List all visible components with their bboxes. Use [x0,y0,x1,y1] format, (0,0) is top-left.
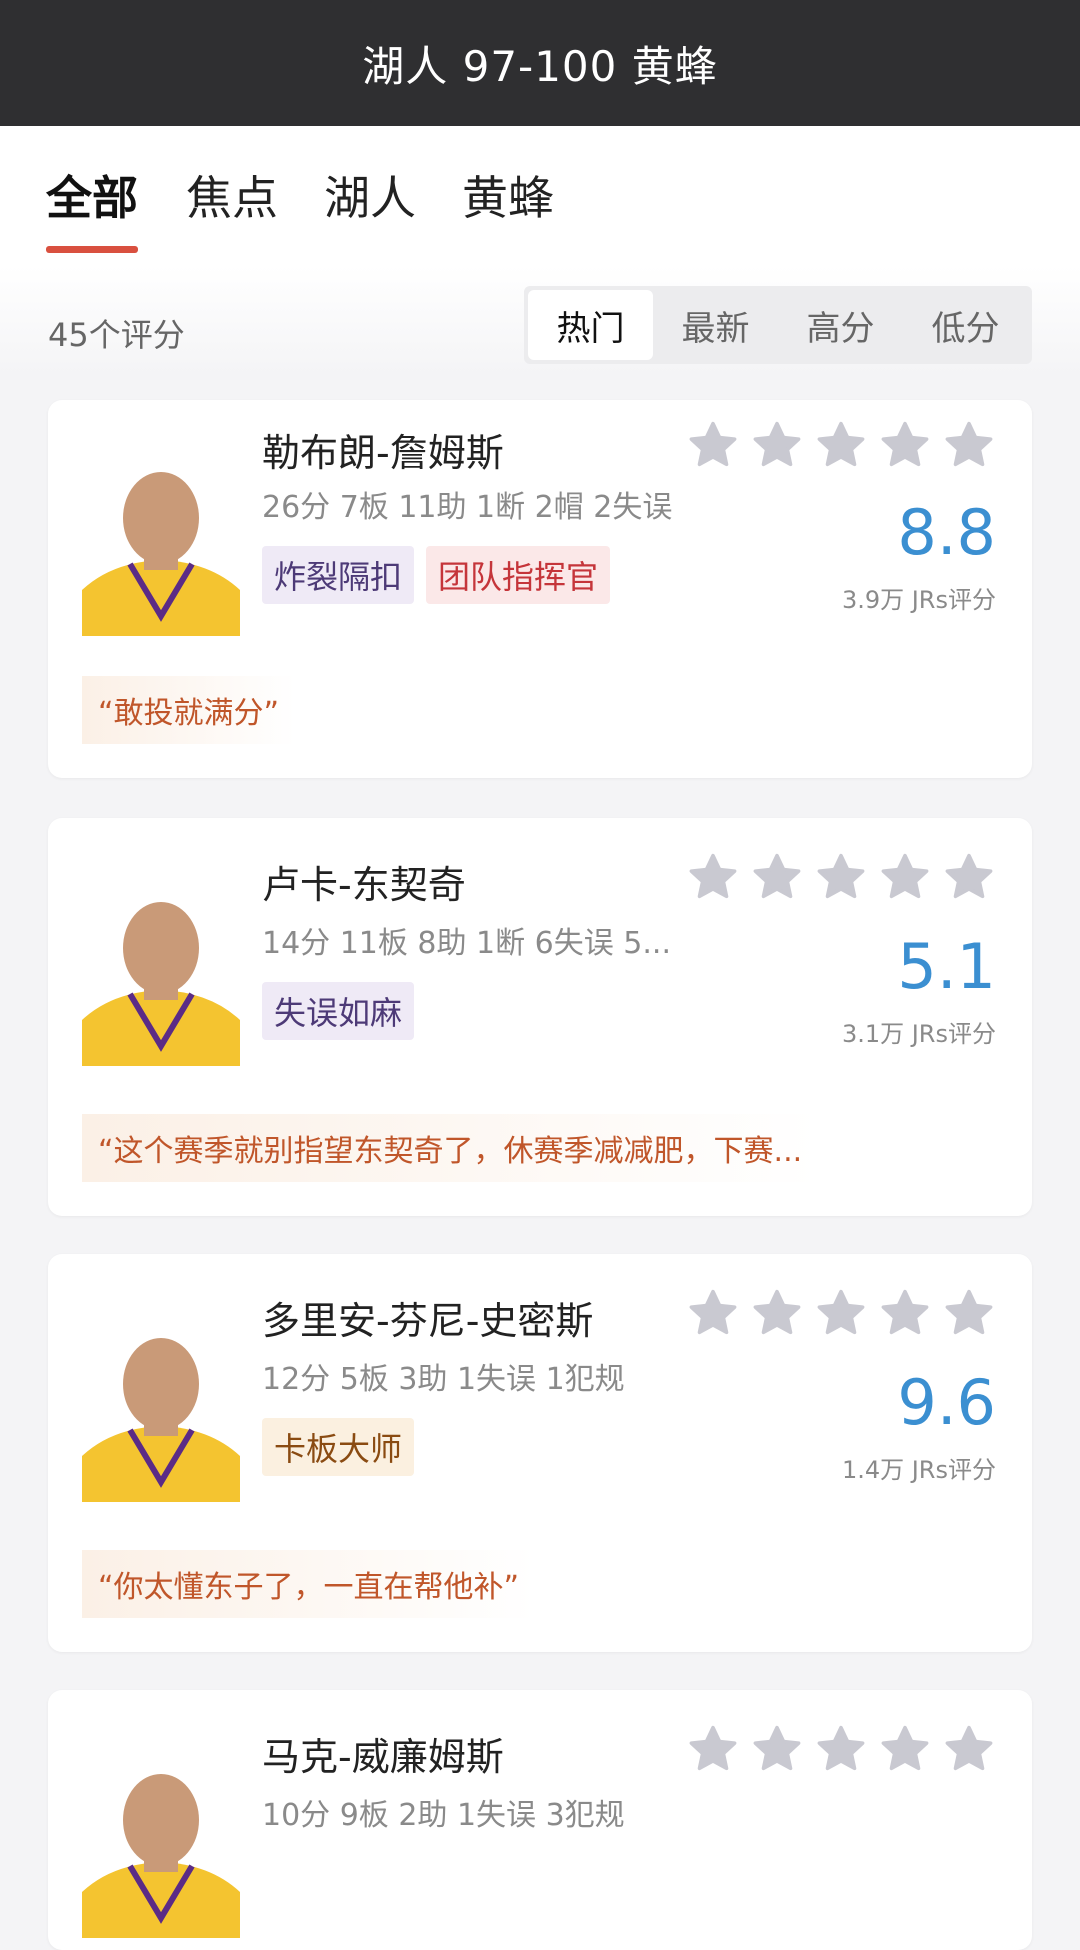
player-name: 勒布朗-詹姆斯 [262,431,504,475]
ratings-toolbar: 45个评分 热门 最新 高分 低分 [0,266,1080,376]
sort-segmented-control: 热门 最新 高分 低分 [524,286,1032,364]
player-tag: 卡板大师 [262,1418,415,1476]
tab-focus[interactable]: 焦点 [186,162,278,228]
star-icon[interactable] [750,418,804,472]
tab-hornets[interactable]: 黄蜂 [462,162,554,228]
player-score: 5.1 [897,930,996,1003]
player-avatar [82,1742,240,1938]
active-tab-indicator [46,246,138,253]
top-comment[interactable]: “这个赛季就别指望东契奇了，休赛季减减肥，下赛... [82,1114,819,1182]
rating-stars[interactable] [686,850,996,904]
player-avatar [82,440,240,636]
star-icon[interactable] [878,1286,932,1340]
player-stats: 14分 11板 8助 1断 6失误 5... [262,926,671,961]
star-icon[interactable] [878,850,932,904]
player-stats: 10分 9板 2助 1失误 3犯规 [262,1798,625,1833]
sort-hot[interactable]: 热门 [528,290,653,360]
player-name: 马克-威廉姆斯 [262,1735,504,1779]
top-comment[interactable]: “敢投就满分” [82,676,296,744]
player-tag: 团队指挥官 [426,546,611,604]
star-icon[interactable] [942,1722,996,1776]
star-icon[interactable] [814,850,868,904]
star-icon[interactable] [878,1722,932,1776]
rating-stars[interactable] [686,1722,996,1776]
star-icon[interactable] [814,1286,868,1340]
star-icon[interactable] [942,1286,996,1340]
player-score: 9.6 [897,1366,996,1439]
tab-lakers[interactable]: 湖人 [324,162,416,228]
star-icon[interactable] [750,1286,804,1340]
rating-stars[interactable] [686,418,996,472]
star-icon[interactable] [750,850,804,904]
tag-list: 卡板大师 [262,1418,415,1476]
sort-low[interactable]: 低分 [903,290,1028,360]
top-comment[interactable]: “你太懂东子了，一直在帮他补” [82,1550,536,1618]
player-card[interactable]: 卢卡-东契奇 14分 11板 8助 1断 6失误 5... 失误如麻 5.1 3… [48,818,1032,1216]
player-card[interactable]: 勒布朗-詹姆斯 26分 7板 11助 1断 2帽 2失误 炸裂隔扣 团队指挥官 … [48,400,1032,778]
player-score: 8.8 [897,496,996,569]
player-stats: 26分 7板 11助 1断 2帽 2失误 [262,490,673,525]
sort-high[interactable]: 高分 [778,290,903,360]
player-card[interactable]: 多里安-芬尼-史密斯 12分 5板 3助 1失误 1犯规 卡板大师 9.6 1.… [48,1254,1032,1652]
player-tag: 炸裂隔扣 [262,546,415,604]
star-icon[interactable] [814,418,868,472]
tag-list: 失误如麻 [262,982,415,1040]
player-avatar [82,1306,240,1502]
filter-tabs: 全部 焦点 湖人 黄蜂 [0,126,1080,266]
player-card[interactable]: 马克-威廉姆斯 10分 9板 2助 1失误 3犯规 [48,1690,1032,1950]
sort-newest[interactable]: 最新 [653,290,778,360]
star-icon[interactable] [942,418,996,472]
game-title: 湖人 97-100 黄蜂 [362,41,718,91]
star-icon[interactable] [686,1286,740,1340]
ratings-count: 45个评分 [48,316,185,354]
star-icon[interactable] [686,850,740,904]
vote-count: 1.4万 JRs评分 [841,1456,996,1484]
player-name: 多里安-芬尼-史密斯 [262,1299,594,1343]
tab-all[interactable]: 全部 [46,162,138,228]
vote-count: 3.9万 JRs评分 [841,586,996,614]
player-name: 卢卡-东契奇 [262,863,466,907]
star-icon[interactable] [750,1722,804,1776]
player-tag: 失误如麻 [262,982,415,1040]
game-header: 湖人 97-100 黄蜂 [0,0,1080,126]
vote-count: 3.1万 JRs评分 [841,1020,996,1048]
star-icon[interactable] [686,1722,740,1776]
tag-list: 炸裂隔扣 团队指挥官 [262,546,611,604]
rating-stars[interactable] [686,1286,996,1340]
star-icon[interactable] [942,850,996,904]
player-stats: 12分 5板 3助 1失误 1犯规 [262,1362,625,1397]
star-icon[interactable] [878,418,932,472]
player-avatar [82,870,240,1066]
star-icon[interactable] [686,418,740,472]
star-icon[interactable] [814,1722,868,1776]
